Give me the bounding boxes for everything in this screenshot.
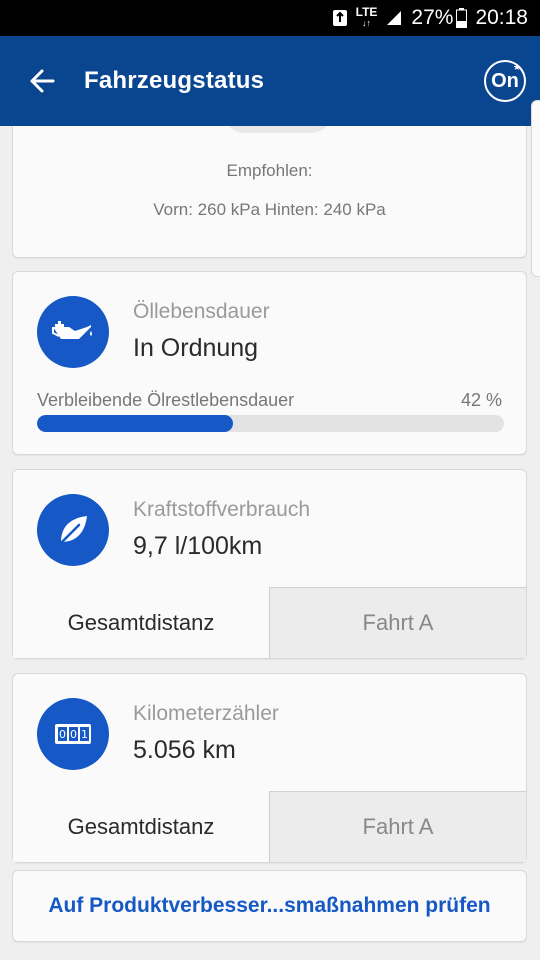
odometer-card: 0 0 1 Kilometerzähler 5.056 km Gesamtdis… [12, 673, 527, 863]
network-type: LTE [355, 5, 378, 19]
tab-trip-a[interactable]: Fahrt A [269, 791, 526, 862]
product-improvement-link[interactable]: Auf Produktverbesser...smaßnahmen prüfen [12, 870, 527, 942]
oil-remaining-label: Verbleibende Ölrestlebensdauer [37, 390, 295, 410]
oil-life-card: Öllebensdauer In Ordnung Verbleibende Öl… [12, 271, 527, 455]
recommended-label: Empfohlen: [226, 161, 313, 180]
oil-life-status: In Ordnung [133, 334, 259, 362]
star-icon: ★ [512, 62, 521, 72]
notification-icon [332, 9, 348, 27]
tire-pressure-card: Empfohlen: Vorn: 260 kPa Hinten: 240 kPa [12, 126, 527, 258]
tab-trip-a[interactable]: Fahrt A [269, 587, 526, 658]
tab-total-distance[interactable]: Gesamtdistanz [13, 587, 269, 658]
odometer-tabs: Gesamtdistanz Fahrt A [13, 791, 526, 862]
svg-text:0: 0 [59, 728, 66, 741]
battery-percent: 27% [411, 6, 454, 29]
svg-text:0: 0 [70, 728, 77, 741]
oil-progress-fill [37, 415, 234, 432]
odometer-label: Kilometerzähler [133, 702, 279, 725]
page-title: Fahrzeugstatus [84, 67, 265, 94]
arrow-left-icon [30, 69, 55, 93]
fuel-consumption-card: Kraftstoffverbrauch 9,7 l/100km Gesamtdi… [12, 469, 527, 659]
oil-can-icon [37, 296, 109, 368]
recommended-pressure: Vorn: 260 kPa Hinten: 240 kPa [153, 200, 386, 219]
fuel-tabs: Gesamtdistanz Fahrt A [13, 587, 526, 658]
signal-icon [385, 9, 403, 27]
odometer-icon: 0 0 1 [37, 698, 109, 770]
battery-icon [456, 8, 468, 28]
oil-progress-bar [37, 415, 504, 432]
tire-graphic [223, 126, 333, 133]
tab-total-distance[interactable]: Gesamtdistanz [13, 791, 269, 862]
oil-life-label: Öllebensdauer [133, 300, 270, 323]
app-bar: Fahrzeugstatus On ★ [0, 36, 540, 126]
fuel-consumption-label: Kraftstoffverbrauch [133, 498, 311, 521]
leaf-icon [37, 494, 109, 566]
onstar-button[interactable]: On ★ [484, 60, 526, 102]
svg-text:1: 1 [81, 728, 88, 741]
lte-icon: LTE ↓↑ [355, 5, 378, 28]
clock: 20:18 [475, 6, 528, 29]
status-list[interactable]: Empfohlen: Vorn: 260 kPa Hinten: 240 kPa… [0, 126, 540, 960]
side-drawer-handle[interactable] [531, 100, 540, 277]
oil-remaining-percent: 42 % [460, 390, 502, 410]
status-bar: LTE ↓↑ 27% 20:18 [0, 0, 540, 36]
back-button[interactable] [0, 36, 84, 126]
fuel-consumption-value: 9,7 l/100km [133, 532, 263, 560]
odometer-value: 5.056 km [133, 736, 236, 764]
